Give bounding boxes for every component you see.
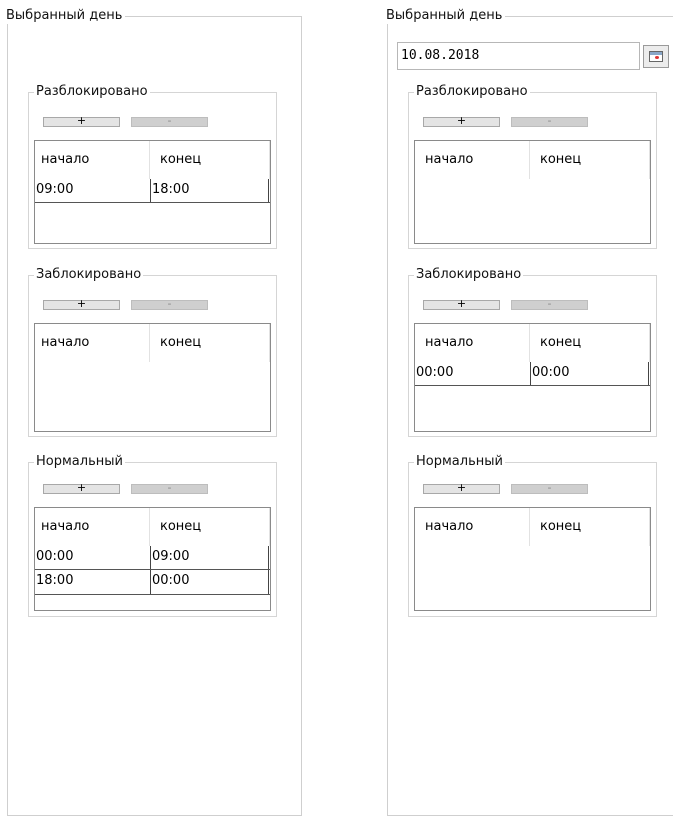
right-normal-legend: Нормальный xyxy=(414,454,505,470)
table-row[interactable]: 09:00 18:00 xyxy=(35,179,270,202)
left-locked-table[interactable]: начало конец xyxy=(34,323,271,432)
left-normal-table[interactable]: начало конец 00:00 09:00 18:00 00:00 xyxy=(34,507,271,611)
table-row[interactable]: 00:00 09:00 xyxy=(35,546,270,569)
right-locked-add-button[interactable]: + xyxy=(423,298,500,310)
right-unlocked-table[interactable]: начало конец xyxy=(414,140,651,244)
left-normal-col-end-header[interactable]: конец xyxy=(160,508,201,546)
calendar-icon xyxy=(649,51,663,62)
right-normal-col-end-header[interactable]: конец xyxy=(540,508,581,546)
table-row[interactable]: 00:00 00:00 xyxy=(415,362,650,385)
left-unlocked-legend: Разблокировано xyxy=(34,84,150,100)
left-unlocked-table[interactable]: начало конец 09:00 18:00 xyxy=(34,140,271,244)
right-unlocked-legend: Разблокировано xyxy=(414,84,530,100)
date-input[interactable]: 10.08.2018 xyxy=(397,42,640,70)
table-row[interactable]: 18:00 00:00 xyxy=(35,570,270,593)
right-locked-col-end-header[interactable]: конец xyxy=(540,324,581,362)
right-unlocked-col-end-header[interactable]: конец xyxy=(540,141,581,179)
left-locked-remove-button[interactable]: - xyxy=(131,298,208,310)
left-unlocked-col-start-header[interactable]: начало xyxy=(41,141,89,179)
right-normal-table[interactable]: начало конец xyxy=(414,507,651,611)
right-unlocked-add-button[interactable]: + xyxy=(423,115,500,127)
right-selected-day-legend: Выбранный день xyxy=(386,8,506,24)
left-unlocked-add-button[interactable]: + xyxy=(43,115,120,127)
left-unlocked-row1-start[interactable]: 09:00 xyxy=(35,179,149,202)
left-normal-remove-button[interactable]: - xyxy=(131,482,208,494)
left-normal-add-button[interactable]: + xyxy=(43,482,120,494)
right-normal-add-button[interactable]: + xyxy=(423,482,500,494)
left-locked-legend: Заблокировано xyxy=(34,267,144,283)
calendar-button[interactable] xyxy=(643,45,669,68)
left-unlocked-row1-end[interactable]: 18:00 xyxy=(151,179,268,202)
right-locked-col-start-header[interactable]: начало xyxy=(425,324,473,362)
right-unlocked-remove-button[interactable]: - xyxy=(511,115,588,127)
left-normal-row1-end[interactable]: 09:00 xyxy=(151,546,268,569)
right-unlocked-col-start-header[interactable]: начало xyxy=(425,141,473,179)
left-locked-col-end-header[interactable]: конец xyxy=(160,324,201,362)
right-locked-legend: Заблокировано xyxy=(414,267,524,283)
left-normal-row2-start[interactable]: 18:00 xyxy=(35,570,149,593)
left-normal-col-start-header[interactable]: начало xyxy=(41,508,89,546)
right-normal-col-start-header[interactable]: начало xyxy=(425,508,473,546)
left-selected-day-legend: Выбранный день xyxy=(6,8,126,24)
left-unlocked-col-end-header[interactable]: конец xyxy=(160,141,201,179)
left-locked-add-button[interactable]: + xyxy=(43,298,120,310)
left-normal-row2-end[interactable]: 00:00 xyxy=(151,570,268,593)
left-normal-row1-start[interactable]: 00:00 xyxy=(35,546,149,569)
left-unlocked-remove-button[interactable]: - xyxy=(131,115,208,127)
left-normal-legend: Нормальный xyxy=(34,454,125,470)
right-locked-row1-start[interactable]: 00:00 xyxy=(415,362,529,385)
left-locked-col-start-header[interactable]: начало xyxy=(41,324,89,362)
right-normal-remove-button[interactable]: - xyxy=(511,482,588,494)
right-locked-row1-end[interactable]: 00:00 xyxy=(531,362,648,385)
right-locked-remove-button[interactable]: - xyxy=(511,298,588,310)
right-locked-table[interactable]: начало конец 00:00 00:00 xyxy=(414,323,651,432)
